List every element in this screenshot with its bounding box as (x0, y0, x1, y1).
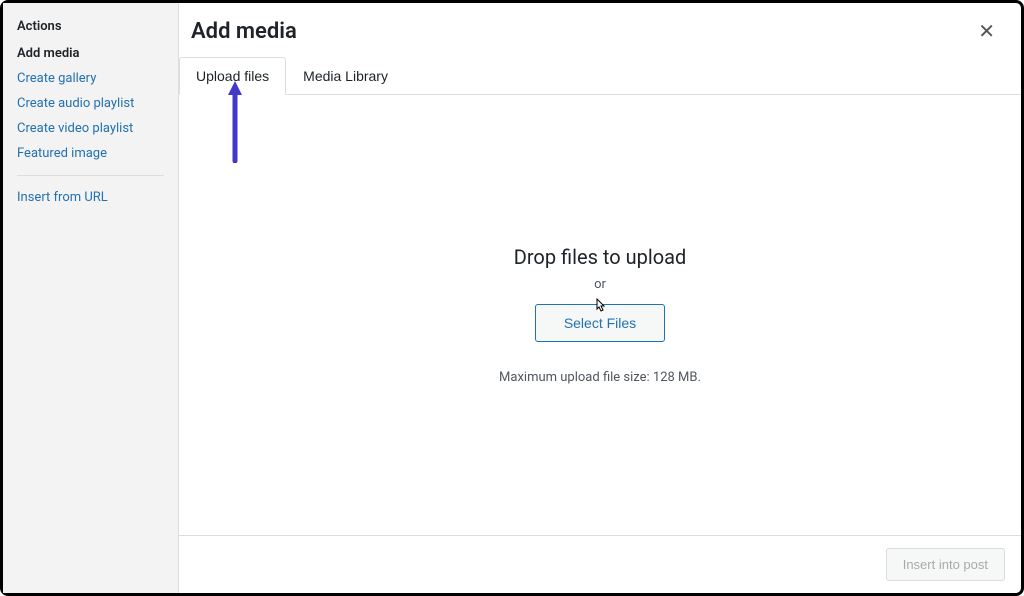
actions-sidebar: Actions Add media Create gallery Create … (3, 3, 179, 593)
close-icon: ✕ (978, 21, 995, 43)
drop-files-title: Drop files to upload (514, 245, 687, 269)
sidebar-link-create-gallery[interactable]: Create gallery (17, 71, 164, 86)
modal-footer: Insert into post (179, 535, 1021, 593)
drop-or-text: or (594, 277, 606, 292)
tab-media-library[interactable]: Media Library (286, 57, 405, 95)
sidebar-item-add-media[interactable]: Add media (17, 46, 164, 61)
main-panel: Add media ✕ Upload files Media Library D… (179, 3, 1021, 593)
insert-into-post-button[interactable]: Insert into post (886, 548, 1005, 581)
modal-title: Add media (191, 19, 297, 44)
select-files-button[interactable]: Select Files (535, 304, 665, 342)
tabs-bar: Upload files Media Library (179, 56, 1021, 95)
upload-content: Drop files to upload or Select Files Max… (179, 95, 1021, 535)
sidebar-heading: Actions (17, 19, 164, 34)
max-upload-size-text: Maximum upload file size: 128 MB. (499, 370, 701, 385)
sidebar-link-insert-from-url[interactable]: Insert from URL (17, 190, 164, 205)
close-button[interactable]: ✕ (970, 15, 1003, 48)
sidebar-divider (17, 175, 164, 176)
modal-header: Add media ✕ (179, 3, 1021, 56)
sidebar-link-create-video-playlist[interactable]: Create video playlist (17, 121, 164, 136)
sidebar-link-featured-image[interactable]: Featured image (17, 146, 164, 161)
tab-upload-files[interactable]: Upload files (179, 57, 286, 95)
sidebar-link-create-audio-playlist[interactable]: Create audio playlist (17, 96, 164, 111)
